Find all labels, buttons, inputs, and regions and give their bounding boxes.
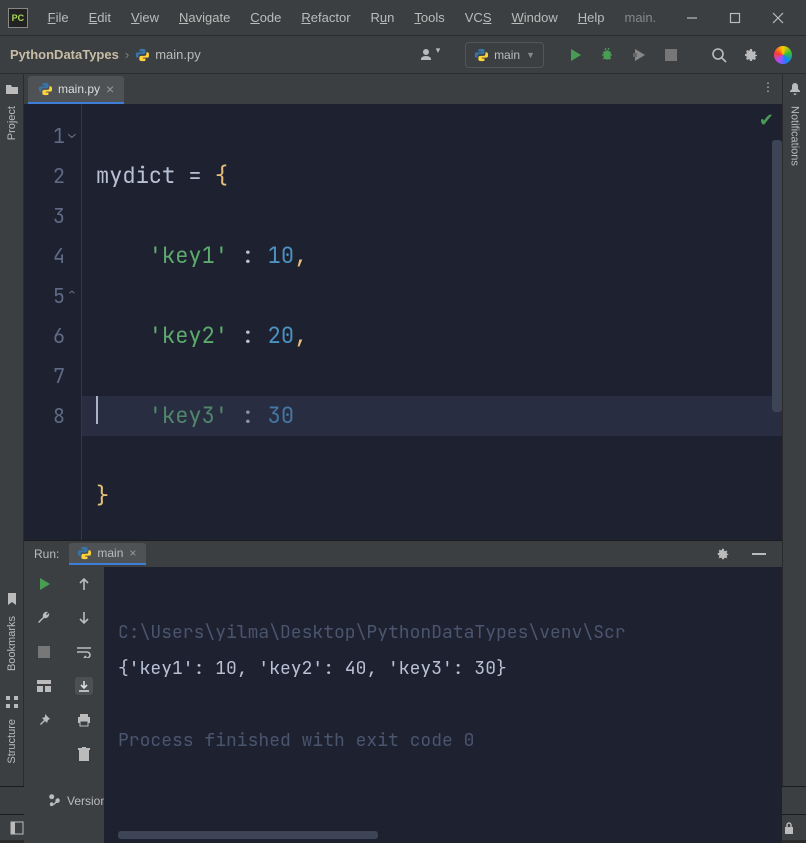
pin-button[interactable] — [35, 711, 53, 729]
python-file-icon — [135, 48, 149, 62]
sidebar-item-bookmarks[interactable]: Bookmarks — [5, 592, 19, 679]
breadcrumb: PythonDataTypes › main.py — [10, 47, 201, 62]
project-icon — [5, 82, 19, 96]
editor[interactable]: 1 2 3 4 5 6 7 8 ⌄mydict = { 'key1' : 10,… — [24, 104, 782, 540]
tab-overflow[interactable]: ⋮ — [762, 80, 776, 94]
stop-button[interactable] — [658, 42, 684, 68]
window-maximize[interactable] — [716, 3, 755, 33]
run-console[interactable]: C:\Users\yilma\Desktop\PythonDataTypes\v… — [104, 567, 782, 843]
bell-icon — [788, 82, 802, 96]
menu-refactor[interactable]: Refactor — [293, 6, 358, 29]
python-file-icon — [38, 82, 52, 96]
right-tool-gutter: Notifications — [782, 74, 806, 786]
menu-edit[interactable]: Edit — [81, 6, 119, 29]
file-tab-main[interactable]: main.py × — [28, 76, 124, 104]
menu-navigate[interactable]: Navigate — [171, 6, 238, 29]
settings-button[interactable] — [738, 42, 764, 68]
coverage-button[interactable] — [626, 42, 652, 68]
code-with-me-button[interactable] — [770, 42, 796, 68]
app-icon: PC — [8, 8, 28, 28]
window-minimize[interactable] — [672, 3, 711, 33]
close-icon[interactable]: × — [106, 81, 114, 97]
menu-help[interactable]: Help — [570, 6, 613, 29]
menu-vcs[interactable]: VCS — [457, 6, 500, 29]
inspection-ok-icon[interactable]: ✔ — [759, 110, 774, 131]
lock-icon[interactable] — [782, 821, 796, 835]
breadcrumb-project[interactable]: PythonDataTypes — [10, 47, 119, 62]
editor-scrollbar[interactable] — [770, 134, 782, 540]
run-config-label: main — [494, 48, 520, 62]
tool-window-icon[interactable] — [10, 821, 24, 835]
softwrap-button[interactable] — [75, 643, 93, 661]
console-hscroll[interactable] — [118, 831, 378, 839]
swirl-icon — [774, 46, 792, 64]
scroll-to-end-button[interactable] — [75, 677, 93, 695]
left-tool-gutter: Project Bookmarks Structure — [0, 74, 24, 786]
menu-code[interactable]: Code — [242, 6, 289, 29]
wrench-button[interactable] — [35, 609, 53, 627]
breadcrumb-file[interactable]: main.py — [155, 47, 201, 62]
sidebar-item-project[interactable]: Project — [5, 82, 19, 148]
line-gutter: 1 2 3 4 5 6 7 8 — [24, 104, 82, 540]
sidebar-item-notifications[interactable]: Notifications — [788, 82, 802, 174]
layout-button[interactable] — [35, 677, 53, 695]
menu-run[interactable]: Run — [363, 6, 403, 29]
code-area[interactable]: ⌄mydict = { 'key1' : 10, 'key2' : 20, 'k… — [82, 104, 782, 540]
editor-tabbar: main.py × ⋮ — [24, 74, 782, 104]
bookmark-icon — [5, 592, 19, 606]
run-panel-tab[interactable]: main × — [69, 543, 146, 565]
window-close[interactable] — [759, 3, 798, 33]
print-button[interactable] — [75, 711, 93, 729]
stop-button-2[interactable] — [35, 643, 53, 661]
debug-button[interactable] — [594, 42, 620, 68]
console-exit: Process finished with exit code 0 — [118, 729, 474, 752]
menu-view[interactable]: View — [123, 6, 167, 29]
sidebar-item-structure[interactable]: Structure — [5, 695, 19, 772]
run-panel-settings[interactable] — [710, 541, 736, 567]
run-panel-label: Run: — [34, 547, 59, 561]
run-config-selector[interactable]: main ▼ — [465, 42, 544, 68]
run-panel-hide[interactable] — [746, 541, 772, 567]
search-button[interactable] — [706, 42, 732, 68]
titlebar: PC FFileile Edit View Navigate Code Refa… — [0, 0, 806, 36]
file-tab-label: main.py — [58, 82, 100, 96]
delete-button[interactable] — [75, 745, 93, 763]
console-cmd: C:\Users\yilma\Desktop\PythonDataTypes\v… — [118, 621, 626, 644]
run-panel: Run: main × — [24, 540, 782, 786]
rerun-button[interactable] — [35, 575, 53, 593]
run-panel-header: Run: main × — [24, 541, 782, 567]
run-button[interactable] — [562, 42, 588, 68]
menu-window[interactable]: Window — [503, 6, 565, 29]
python-icon — [77, 546, 91, 560]
python-icon — [474, 48, 488, 62]
add-user-button[interactable]: ▾ — [417, 42, 443, 68]
menu-file[interactable]: FFileile — [40, 6, 77, 29]
up-button[interactable] — [75, 575, 93, 593]
down-button[interactable] — [75, 609, 93, 627]
structure-icon — [5, 695, 19, 709]
toolbar: PythonDataTypes › main.py ▾ main ▼ — [0, 36, 806, 74]
menu-tools[interactable]: Tools — [406, 6, 452, 29]
recent-label: main. — [616, 6, 664, 29]
console-output: {'key1': 10, 'key2': 40, 'key3': 30} — [118, 657, 507, 680]
